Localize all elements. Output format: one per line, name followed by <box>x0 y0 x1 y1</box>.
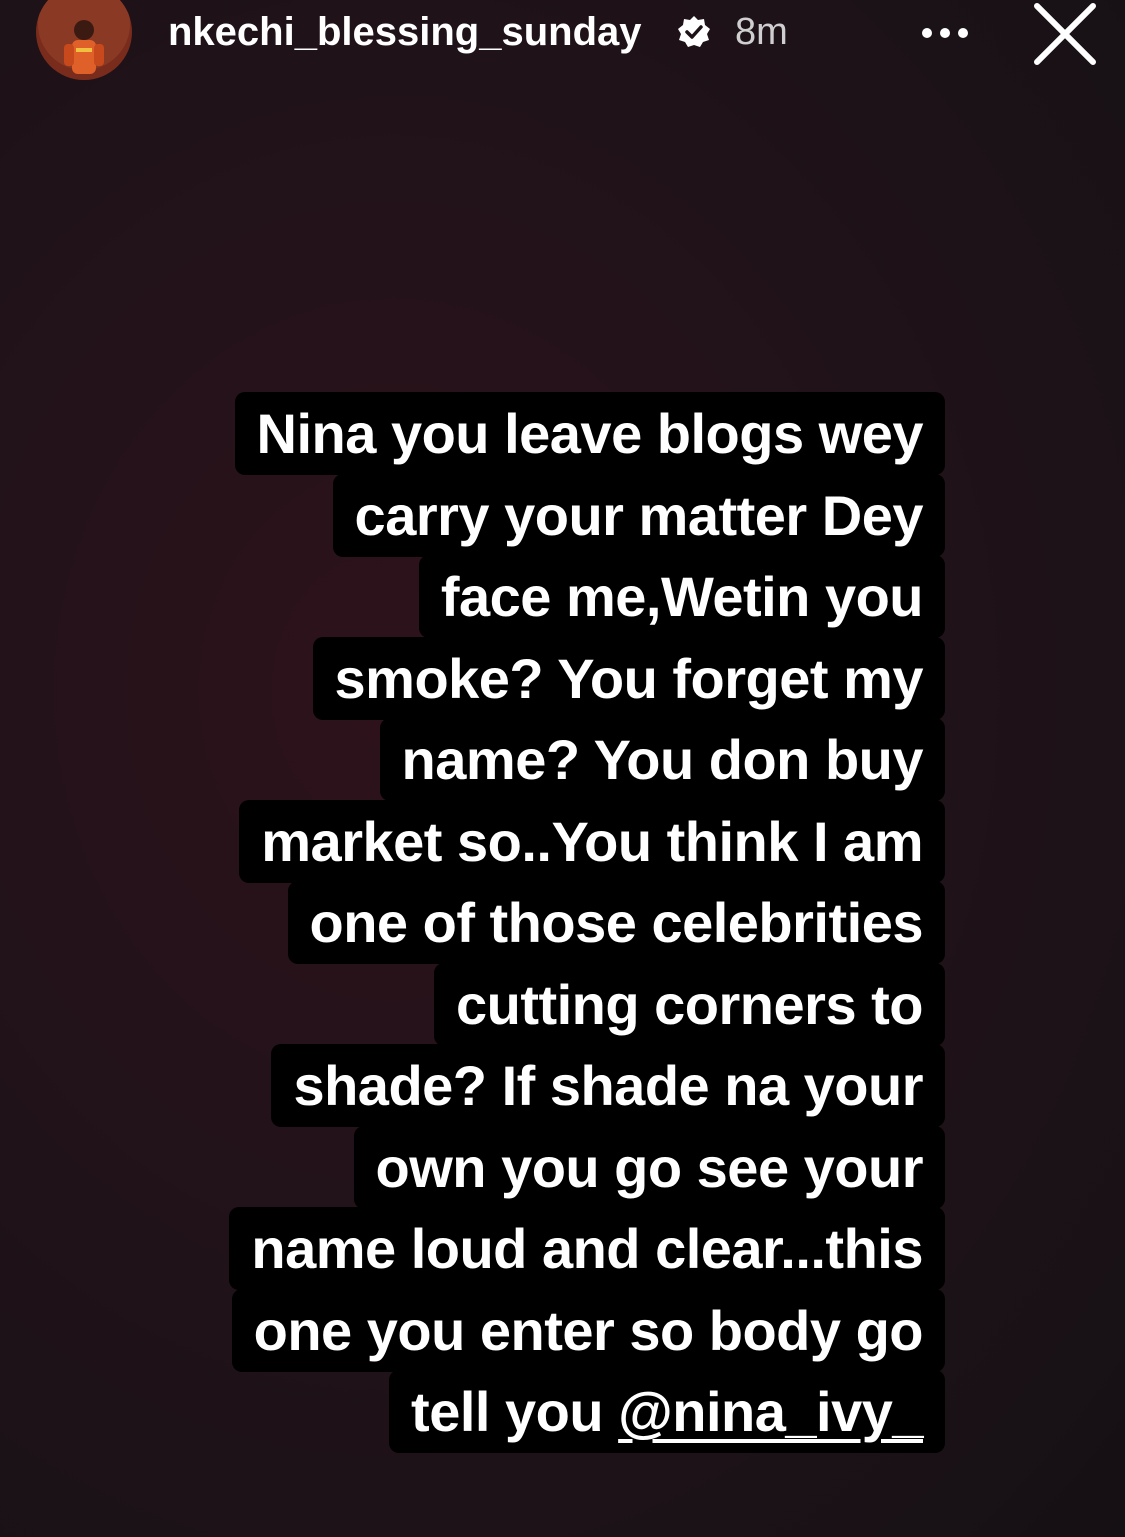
story-line-last: tell you @nina_ivy_ <box>145 1370 945 1453</box>
avatar-image <box>36 0 132 80</box>
story-line: name? You don buy <box>145 718 945 801</box>
story-line: smoke? You forget my <box>145 636 945 720</box>
story-last-line-text: tell you <box>411 1380 619 1443</box>
story-text-block: Nina you leave blogs wey carry your matt… <box>145 392 945 1453</box>
mention-link[interactable]: @nina_ivy_ <box>618 1370 923 1453</box>
story-line: market so..You think I am <box>145 799 945 883</box>
more-options-icon[interactable] <box>918 22 972 44</box>
avatar[interactable] <box>36 0 132 80</box>
story-line: name loud and clear...this <box>145 1207 945 1290</box>
username[interactable]: nkechi_blessing_sunday <box>168 8 642 56</box>
post-time: 8m <box>735 11 788 53</box>
verified-badge-icon <box>678 16 710 47</box>
story-line: cutting corners to <box>145 962 945 1046</box>
story-last-line: tell you @nina_ivy_ <box>389 1370 945 1453</box>
story-line: own you go see your <box>145 1125 945 1209</box>
story-line: one of those celebrities <box>145 881 945 964</box>
story-line: carry your matter Dey <box>145 473 945 557</box>
story-line: face me,Wetin you <box>145 555 945 638</box>
close-icon[interactable] <box>1030 2 1100 66</box>
story-line: shade? If shade na your <box>145 1044 945 1127</box>
story-line: Nina you leave blogs wey <box>145 392 945 475</box>
story-line: one you enter so body go <box>145 1288 945 1372</box>
story-header: nkechi_blessing_sunday 8m <box>0 0 1125 80</box>
